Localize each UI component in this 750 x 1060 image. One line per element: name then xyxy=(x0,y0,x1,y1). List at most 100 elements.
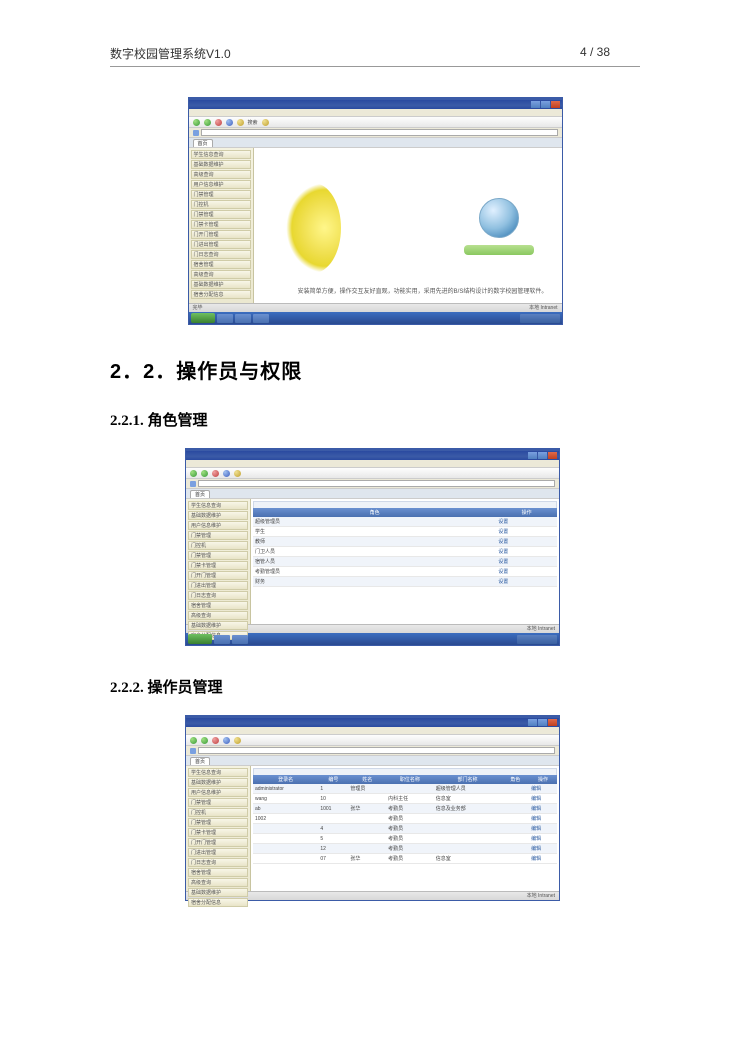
sidebar-item[interactable]: 门禁管理 xyxy=(188,818,248,827)
forward-icon[interactable] xyxy=(201,737,208,744)
maximize-icon[interactable] xyxy=(538,719,547,726)
address-bar[interactable] xyxy=(186,479,559,489)
sidebar-item[interactable]: 门开门管理 xyxy=(191,230,251,239)
url-field[interactable] xyxy=(201,129,558,136)
sidebar-item[interactable]: 宿舍分配信息 xyxy=(188,898,248,907)
refresh-icon[interactable] xyxy=(226,119,233,126)
sidebar-item[interactable]: 门日志查询 xyxy=(191,250,251,259)
taskbar[interactable] xyxy=(186,633,559,645)
action-link[interactable]: 编辑 xyxy=(529,794,557,804)
url-field[interactable] xyxy=(198,747,555,754)
back-icon[interactable] xyxy=(190,737,197,744)
sidebar-item[interactable]: 门禁卡管理 xyxy=(188,561,248,570)
forward-icon[interactable] xyxy=(204,119,211,126)
sidebar-item[interactable]: 宿舍管理 xyxy=(188,868,248,877)
sidebar-item[interactable]: 高级查询 xyxy=(191,270,251,279)
action-link[interactable]: 编辑 xyxy=(529,824,557,834)
taskbar-item[interactable] xyxy=(217,314,233,323)
back-icon[interactable] xyxy=(190,470,197,477)
start-button[interactable] xyxy=(188,634,212,644)
tab-bar[interactable]: 首页 xyxy=(189,138,562,148)
sidebar-item[interactable]: 学生信息查询 xyxy=(188,768,248,777)
browser-menubar[interactable] xyxy=(186,727,559,735)
fav-icon[interactable] xyxy=(262,119,269,126)
action-link[interactable]: 设置 xyxy=(496,577,557,587)
taskbar-item[interactable] xyxy=(253,314,269,323)
sidebar-item[interactable]: 用户信息维护 xyxy=(188,521,248,530)
system-tray[interactable] xyxy=(520,314,560,323)
browser-toolbar[interactable]: 搜索 xyxy=(189,117,562,128)
sidebar-item[interactable]: 门禁管理 xyxy=(188,531,248,540)
sidebar-item[interactable]: 高级查询 xyxy=(188,878,248,887)
sidebar-nav[interactable]: 学生信息查询基础数据维护用户信息维护门禁管理门控机门禁管理门禁卡管理门开门管理门… xyxy=(186,499,251,624)
action-link[interactable]: 编辑 xyxy=(529,854,557,864)
action-link[interactable]: 编辑 xyxy=(529,784,557,794)
sidebar-item[interactable]: 门日志查询 xyxy=(188,591,248,600)
action-link[interactable]: 设置 xyxy=(496,557,557,567)
taskbar-item[interactable] xyxy=(235,314,251,323)
refresh-icon[interactable] xyxy=(223,470,230,477)
sidebar-item[interactable]: 基础数据维护 xyxy=(188,621,248,630)
table-row[interactable]: wang10内科主任信息室编辑 xyxy=(253,794,557,804)
table-row[interactable]: 12考勤员编辑 xyxy=(253,844,557,854)
table-row[interactable]: 教师设置 xyxy=(253,537,557,547)
table-row[interactable]: 超级管理员设置 xyxy=(253,517,557,527)
sidebar-item[interactable]: 门控机 xyxy=(191,200,251,209)
table-row[interactable]: 门卫人员设置 xyxy=(253,547,557,557)
sidebar-nav[interactable]: 学生信息查询基础数据维护高级查询用户信息维护门禁管理门控机门禁管理门禁卡管理门开… xyxy=(189,148,254,303)
table-row[interactable]: 考勤管理员设置 xyxy=(253,567,557,577)
sidebar-item[interactable]: 门禁管理 xyxy=(191,190,251,199)
action-link[interactable]: 编辑 xyxy=(529,804,557,814)
toolbar-label[interactable]: 搜索 xyxy=(248,119,258,126)
action-link[interactable]: 编辑 xyxy=(529,814,557,824)
stop-icon[interactable] xyxy=(212,470,219,477)
stop-icon[interactable] xyxy=(215,119,222,126)
sidebar-item[interactable]: 门控机 xyxy=(188,541,248,550)
forward-icon[interactable] xyxy=(201,470,208,477)
sidebar-item[interactable]: 基础数据维护 xyxy=(188,888,248,897)
tab-bar[interactable]: 首页 xyxy=(186,489,559,499)
action-link[interactable]: 设置 xyxy=(496,527,557,537)
sidebar-item[interactable]: 门开门管理 xyxy=(188,571,248,580)
sidebar-item[interactable]: 宿舍管理 xyxy=(191,260,251,269)
browser-tab[interactable]: 首页 xyxy=(190,490,210,498)
action-link[interactable]: 设置 xyxy=(496,547,557,557)
maximize-icon[interactable] xyxy=(538,452,547,459)
minimize-icon[interactable] xyxy=(528,452,537,459)
sidebar-item[interactable]: 门禁管理 xyxy=(188,798,248,807)
taskbar-item[interactable] xyxy=(232,635,248,644)
action-link[interactable]: 设置 xyxy=(496,537,557,547)
sidebar-item[interactable]: 门进出管理 xyxy=(188,581,248,590)
sidebar-item[interactable]: 门控机 xyxy=(188,808,248,817)
close-icon[interactable] xyxy=(551,101,560,108)
table-row[interactable]: ab1001张华考勤员信息及业务部编辑 xyxy=(253,804,557,814)
back-icon[interactable] xyxy=(193,119,200,126)
browser-toolbar[interactable] xyxy=(186,468,559,479)
sidebar-item[interactable]: 宿舍管理 xyxy=(188,601,248,610)
action-link[interactable]: 设置 xyxy=(496,517,557,527)
url-field[interactable] xyxy=(198,480,555,487)
maximize-icon[interactable] xyxy=(541,101,550,108)
browser-menubar[interactable] xyxy=(186,460,559,468)
refresh-icon[interactable] xyxy=(223,737,230,744)
browser-toolbar[interactable] xyxy=(186,735,559,746)
close-icon[interactable] xyxy=(548,452,557,459)
sidebar-item[interactable]: 基础数据维护 xyxy=(191,280,251,289)
sidebar-item[interactable]: 学生信息查询 xyxy=(191,150,251,159)
system-tray[interactable] xyxy=(517,635,557,644)
taskbar[interactable] xyxy=(189,312,562,324)
table-row[interactable]: 宿管人员设置 xyxy=(253,557,557,567)
action-link[interactable]: 编辑 xyxy=(529,834,557,844)
table-row[interactable]: 07张华考勤员信息室编辑 xyxy=(253,854,557,864)
home-icon[interactable] xyxy=(237,119,244,126)
sidebar-item[interactable]: 门禁管理 xyxy=(188,551,248,560)
browser-tab[interactable]: 首页 xyxy=(193,139,213,147)
sidebar-item[interactable]: 门禁管理 xyxy=(191,210,251,219)
browser-menubar[interactable] xyxy=(189,109,562,117)
sidebar-item[interactable]: 门开门管理 xyxy=(188,838,248,847)
table-row[interactable]: 5考勤员编辑 xyxy=(253,834,557,844)
grid-toolbar[interactable] xyxy=(253,768,557,775)
sidebar-item[interactable]: 门禁卡管理 xyxy=(188,828,248,837)
table-row[interactable]: 学生设置 xyxy=(253,527,557,537)
minimize-icon[interactable] xyxy=(528,719,537,726)
